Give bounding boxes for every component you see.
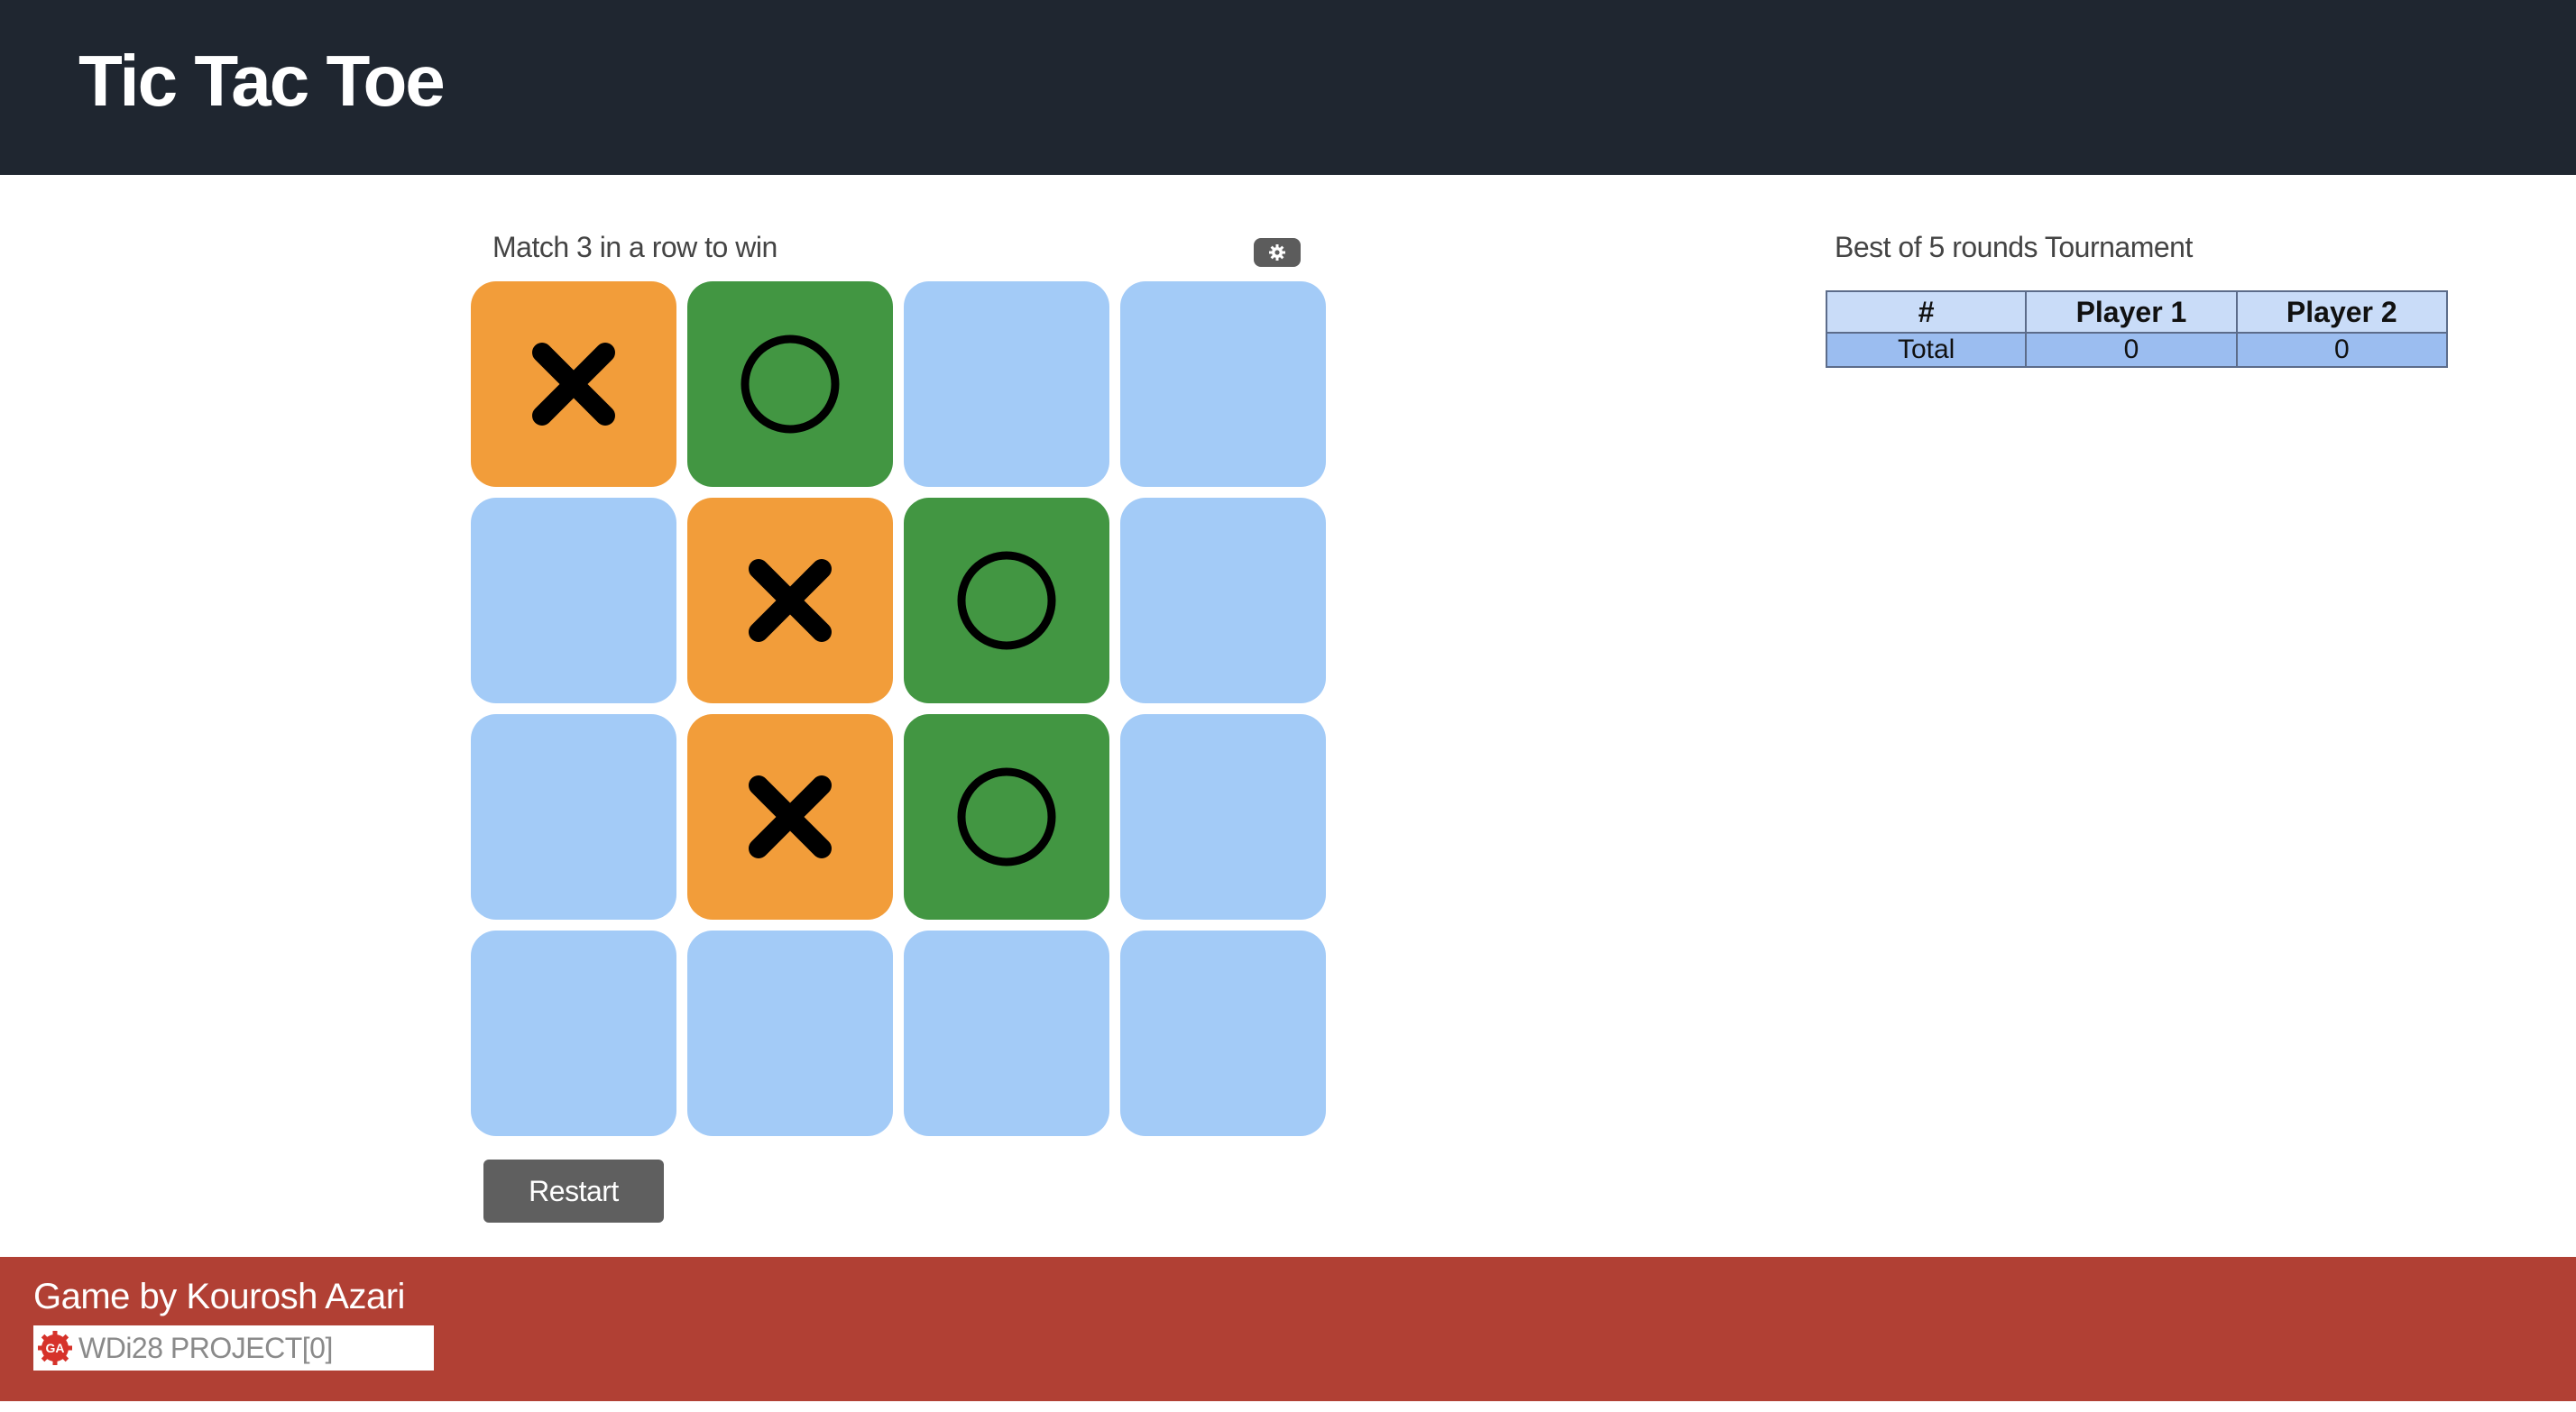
x-mark-icon [749, 559, 832, 642]
board-cell-1-3[interactable] [1120, 498, 1326, 703]
board-cell-0-1[interactable] [687, 281, 893, 487]
player-1-total: 0 [2025, 332, 2238, 368]
score-table-header-row: # Player 1 Player 2 [1825, 290, 2449, 334]
board-cell-0-2[interactable] [904, 281, 1109, 487]
app-header: Tic Tac Toe [0, 0, 2576, 175]
app-footer: Game by Kourosh Azari GA WDi28 PROJECT[0… [0, 1257, 2576, 1401]
row-label-total: Total [1825, 332, 2028, 368]
gear-icon [1269, 244, 1285, 261]
app-title: Tic Tac Toe [78, 41, 446, 121]
column-header-player-2: Player 2 [2235, 290, 2449, 334]
board-cell-3-0[interactable] [471, 931, 676, 1136]
board-cell-3-1[interactable] [687, 931, 893, 1136]
x-mark-icon [532, 343, 615, 426]
project-badge-label: WDi28 PROJECT[0] [78, 1331, 333, 1364]
restart-button[interactable]: Restart [483, 1160, 664, 1223]
column-header-number: # [1825, 290, 2028, 334]
page-bottom-strip [0, 1401, 2576, 1412]
board-cell-1-0[interactable] [471, 498, 676, 703]
board-cell-3-2[interactable] [904, 931, 1109, 1136]
board-cell-1-1[interactable] [687, 498, 893, 703]
board-cell-2-0[interactable] [471, 714, 676, 920]
board-cell-3-3[interactable] [1120, 931, 1326, 1136]
column-header-player-1: Player 1 [2025, 290, 2238, 334]
o-mark-icon [957, 767, 1056, 866]
o-mark-icon [957, 551, 1056, 650]
game-board [471, 281, 1328, 1138]
board-cell-0-0[interactable] [471, 281, 676, 487]
board-cell-1-2[interactable] [904, 498, 1109, 703]
tournament-title: Best of 5 rounds Tournament [1835, 231, 2193, 263]
player-2-total: 0 [2235, 332, 2449, 368]
settings-button[interactable] [1254, 238, 1301, 267]
board-cell-2-3[interactable] [1120, 714, 1326, 920]
ga-logo-icon: GA [38, 1331, 72, 1365]
game-instructions: Match 3 in a row to win [492, 231, 777, 263]
board-cell-2-1[interactable] [687, 714, 893, 920]
table-row: Total 0 0 [1825, 332, 2449, 368]
x-mark-icon [749, 775, 832, 858]
score-table: # Player 1 Player 2 Total 0 0 [1825, 290, 2449, 368]
svg-text:GA: GA [46, 1341, 65, 1355]
board-cell-0-3[interactable] [1120, 281, 1326, 487]
board-cell-2-2[interactable] [904, 714, 1109, 920]
project-badge[interactable]: GA WDi28 PROJECT[0] [33, 1325, 434, 1371]
o-mark-icon [741, 335, 840, 434]
footer-author: Game by Kourosh Azari [33, 1277, 405, 1316]
